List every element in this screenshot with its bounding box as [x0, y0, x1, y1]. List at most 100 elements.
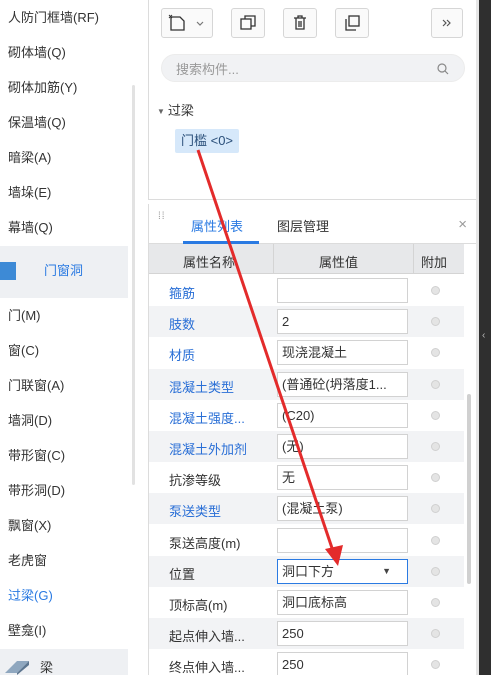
extra-checkbox[interactable]: [431, 442, 440, 451]
property-row[interactable]: 泵送高度(m): [149, 525, 464, 556]
sidebar-group-beam[interactable]: 梁: [0, 649, 128, 675]
collapse-caret-icon[interactable]: ▼: [157, 107, 165, 116]
extra-checkbox[interactable]: [431, 410, 440, 420]
sidebar-scrollbar[interactable]: [132, 85, 135, 485]
double-chevron-right-icon: [442, 19, 451, 27]
dropdown-caret-icon[interactable]: ▼: [382, 560, 391, 583]
property-row[interactable]: 终点伸入墙... 250: [149, 649, 464, 675]
property-value-select[interactable]: 洞口下方 ▼: [277, 558, 408, 584]
extra-checkbox[interactable]: [431, 317, 440, 327]
extra-checkbox[interactable]: [431, 566, 440, 576]
property-name: 混凝土强度...: [169, 410, 245, 426]
property-value-field[interactable]: 现浇混凝土: [277, 340, 408, 366]
extra-checkbox[interactable]: [431, 348, 440, 358]
property-value-field[interactable]: (混凝土泵): [277, 496, 408, 522]
sidebar-item-door-window-combo[interactable]: 门联窗(A): [8, 374, 64, 398]
sidebar-item-bay-window[interactable]: 飘窗(X): [8, 514, 51, 538]
extra-checkbox[interactable]: [431, 629, 440, 639]
property-value-text: (混凝土泵): [282, 501, 343, 517]
property-name: 抗渗等级: [169, 473, 222, 489]
sidebar-item-masonry-reinforcement[interactable]: 砌体加筋(Y): [8, 76, 77, 100]
property-row[interactable]: 起点伸入墙... 250: [149, 618, 464, 650]
sidebar-item-dormer-window[interactable]: 老虎窗: [8, 549, 47, 573]
collapse-chevron-icon[interactable]: ‹: [482, 330, 488, 350]
property-value-field[interactable]: (普通砼(坍落度1...: [277, 371, 408, 397]
component-sidebar: 人防门框墙(RF) 砌体墙(Q) 砌体加筋(Y) 保温墙(Q) 暗梁(A) 墙垛…: [0, 0, 140, 675]
sidebar-item-niche[interactable]: 壁龛(I): [8, 619, 46, 643]
sidebar-item-hidden-beam[interactable]: 暗梁(A): [8, 146, 51, 170]
property-value-text: 现浇混凝土: [282, 345, 348, 361]
sidebar-group-label: 门窗洞: [44, 263, 84, 278]
copy-component-button[interactable]: [231, 8, 265, 38]
sidebar-item-civil-defense-frame-wall[interactable]: 人防门框墙(RF): [8, 6, 99, 30]
copy-icon: [240, 15, 256, 30]
property-value-field[interactable]: 250: [277, 652, 408, 675]
property-value-text: 250: [282, 626, 304, 642]
properties-panel: ⁞⁞ 属性列表 图层管理 × 属性名称 属性值 附加 箍筋肢数 2 材质 现浇混凝土混…: [148, 204, 477, 675]
extra-checkbox[interactable]: [431, 660, 440, 670]
property-value-field[interactable]: 无: [277, 465, 408, 491]
property-row[interactable]: 混凝土强度... (C20): [149, 400, 464, 431]
extra-checkbox[interactable]: [431, 379, 440, 389]
property-value-field[interactable]: 2: [277, 309, 408, 335]
tree-leaf-threshold[interactable]: 门槛 <0>: [175, 129, 240, 153]
sidebar-item-door[interactable]: 门(M): [8, 304, 41, 328]
sidebar-item-strip-opening[interactable]: 带形洞(D): [8, 479, 65, 503]
property-row[interactable]: 顶标高(m) 洞口底标高: [149, 587, 464, 618]
property-row[interactable]: 泵送类型 (混凝土泵): [149, 493, 464, 525]
property-name: 材质: [169, 348, 196, 364]
delete-component-button[interactable]: [283, 8, 317, 38]
tab-layer-management[interactable]: 图层管理: [277, 216, 329, 235]
header-extra: 附加: [421, 255, 448, 270]
sidebar-item-masonry-wall[interactable]: 砌体墙(Q): [8, 41, 66, 65]
tab-property-list[interactable]: 属性列表: [191, 216, 243, 235]
property-row[interactable]: 混凝土外加剂 (无): [149, 431, 464, 462]
property-row[interactable]: 箍筋: [149, 275, 464, 306]
property-value-field[interactable]: 洞口底标高: [277, 590, 408, 615]
sidebar-item-wall-opening[interactable]: 墙洞(D): [8, 409, 52, 433]
property-value-field[interactable]: (无): [277, 434, 408, 459]
extra-checkbox[interactable]: [431, 473, 440, 483]
sidebar-item-insulation-wall[interactable]: 保温墙(Q): [8, 111, 66, 135]
property-row[interactable]: 材质 现浇混凝土: [149, 337, 464, 368]
property-value-field[interactable]: 250: [277, 621, 408, 647]
extra-checkbox[interactable]: [431, 286, 440, 295]
tree-node-lintel[interactable]: ▼ 过梁: [157, 100, 194, 119]
right-edge-panel: ‹: [476, 0, 491, 675]
property-value-text: 洞口下方: [282, 563, 335, 579]
extra-checkbox[interactable]: [431, 504, 440, 514]
extra-checkbox[interactable]: [431, 535, 440, 545]
property-table-header: 属性名称 属性值 附加: [149, 244, 464, 274]
panel-tab-bar: ⁞⁞ 属性列表 图层管理 ×: [149, 204, 477, 244]
property-value-text: 2: [282, 314, 290, 330]
strip-divider: [476, 0, 479, 675]
header-property-value: 属性值: [319, 255, 359, 270]
property-name: 泵送高度(m): [169, 535, 241, 551]
duplicate-layer-button[interactable]: [335, 8, 369, 38]
search-input[interactable]: [176, 60, 426, 78]
sidebar-item-strip-window[interactable]: 带形窗(C): [8, 444, 65, 468]
new-component-button[interactable]: [161, 8, 213, 38]
property-row[interactable]: 位置 洞口下方 ▼: [149, 555, 464, 587]
sidebar-group-door-window-opening[interactable]: 门窗洞: [0, 246, 128, 298]
property-name: 肢数: [169, 317, 196, 333]
sidebar-item-curtain-wall[interactable]: 幕墙(Q): [8, 216, 53, 240]
property-value-field[interactable]: (C20): [277, 402, 408, 428]
drag-handle-icon[interactable]: ⁞⁞: [158, 212, 166, 222]
more-tools-button[interactable]: [431, 8, 463, 38]
property-row[interactable]: 肢数 2: [149, 306, 464, 338]
extra-checkbox[interactable]: [431, 598, 440, 607]
search-icon[interactable]: [436, 62, 450, 76]
header-divider: [413, 244, 414, 274]
property-scrollbar[interactable]: [467, 394, 471, 584]
sidebar-item-lintel[interactable]: 过梁(G): [8, 584, 53, 608]
property-row[interactable]: 抗渗等级 无: [149, 462, 464, 493]
sidebar-item-wall-pier[interactable]: 墙垛(E): [8, 181, 51, 205]
sidebar-item-window[interactable]: 窗(C): [8, 339, 39, 363]
property-value-text: (C20): [282, 407, 315, 423]
property-value-field[interactable]: [277, 278, 408, 303]
property-value-field[interactable]: [277, 527, 408, 553]
close-icon[interactable]: ×: [458, 216, 467, 233]
property-row[interactable]: 混凝土类型 (普通砼(坍落度1...: [149, 368, 464, 400]
header-property-name: 属性名称: [183, 255, 236, 270]
